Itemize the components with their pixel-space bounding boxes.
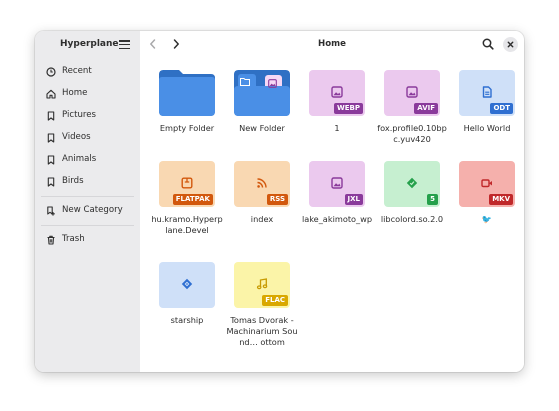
file-name: New Folder bbox=[239, 123, 285, 133]
file-item-empty-folder[interactable]: Empty Folder bbox=[151, 70, 221, 160]
app-title: Hyperplane bbox=[60, 39, 119, 49]
file-name: 1 bbox=[334, 123, 340, 133]
image-icon bbox=[331, 177, 343, 189]
sidebar-item-home[interactable]: Home bbox=[41, 85, 134, 103]
file-type-badge: FLATPAK bbox=[172, 194, 213, 205]
file-item-bird-video[interactable]: MKV 🐦 bbox=[451, 161, 521, 251]
file-tile: AVIF bbox=[384, 70, 440, 116]
close-icon bbox=[507, 41, 514, 48]
sidebar-item-label: Recent bbox=[62, 66, 92, 76]
document-icon bbox=[482, 86, 492, 98]
file-type-badge: AVIF bbox=[414, 103, 438, 114]
file-tile: ODT bbox=[459, 70, 515, 116]
file-name: fox.profile0.10bpc.yuv420 bbox=[377, 123, 447, 144]
sidebar-item-videos[interactable]: Videos bbox=[41, 129, 134, 147]
new-category-button[interactable]: New Category bbox=[41, 202, 134, 220]
search-button[interactable] bbox=[481, 37, 495, 51]
file-type-badge: MKV bbox=[489, 194, 513, 205]
file-tile: RSS bbox=[234, 161, 290, 207]
sidebar-item-animals[interactable]: Animals bbox=[41, 151, 134, 169]
sidebar-item-pictures[interactable]: Pictures bbox=[41, 107, 134, 125]
file-type-badge: JXL bbox=[344, 194, 363, 205]
main-menu-button[interactable] bbox=[119, 40, 130, 50]
bookmark-icon bbox=[47, 111, 55, 121]
diamond-icon bbox=[181, 278, 193, 290]
folder-icon bbox=[159, 70, 215, 116]
music-icon bbox=[256, 278, 268, 290]
sidebar-item-label: Pictures bbox=[62, 110, 97, 120]
file-item-fox-profile[interactable]: AVIF fox.profile0.10bpc.yuv420 bbox=[376, 70, 447, 160]
file-item-1[interactable]: WEBP 1 bbox=[301, 70, 371, 160]
sidebar-item-label: Birds bbox=[62, 176, 84, 186]
file-item-lake-akimoto[interactable]: JXL lake_akimoto_wp bbox=[301, 161, 373, 251]
file-tile: 5 bbox=[384, 161, 440, 207]
file-name: Empty Folder bbox=[159, 123, 215, 133]
bookmark-icon bbox=[47, 155, 55, 165]
file-tile bbox=[159, 262, 215, 308]
main-pane: Home Empty Folder New Folder WEBP 1 AVIF… bbox=[140, 31, 524, 372]
file-item-new-folder[interactable]: New Folder bbox=[226, 70, 296, 160]
image-thumb-icon bbox=[268, 79, 277, 88]
file-item-index[interactable]: RSS index bbox=[226, 161, 296, 251]
trash-icon bbox=[47, 235, 55, 245]
sidebar-item-label: Animals bbox=[62, 154, 97, 164]
sidebar-item-label: New Category bbox=[62, 205, 123, 215]
library-icon bbox=[406, 177, 418, 189]
file-type-badge: FLAC bbox=[262, 295, 288, 306]
file-name: libcolord.so.2.0 bbox=[380, 214, 444, 224]
sidebar-item-recent[interactable]: Recent bbox=[41, 63, 134, 81]
app-window: Hyperplane Recent Home Pictures Videos A… bbox=[35, 31, 524, 372]
sidebar-item-label: Videos bbox=[62, 132, 91, 142]
package-icon bbox=[181, 177, 193, 189]
file-name: 🐦 bbox=[481, 214, 493, 224]
bookmark-icon bbox=[47, 177, 55, 187]
tag-add-icon bbox=[47, 206, 55, 216]
file-tile: FLATPAK bbox=[159, 161, 215, 207]
file-item-hello-world[interactable]: ODT Hello World bbox=[451, 70, 521, 160]
sidebar-item-label: Trash bbox=[62, 234, 85, 244]
bookmark-icon bbox=[47, 133, 55, 143]
sidebar-item-label: Home bbox=[62, 88, 88, 98]
sidebar: Hyperplane Recent Home Pictures Videos A… bbox=[35, 31, 140, 372]
file-tile: FLAC bbox=[234, 262, 290, 308]
file-type-badge: WEBP bbox=[334, 103, 363, 114]
sidebar-divider bbox=[41, 225, 134, 226]
file-type-badge: 5 bbox=[427, 194, 438, 205]
file-name: hu.kramo.Hyperplane.Devel bbox=[151, 214, 223, 235]
hamburger-icon-line bbox=[119, 47, 130, 50]
hamburger-icon bbox=[119, 40, 130, 42]
file-name: starship bbox=[170, 315, 204, 325]
file-name: Tomas Dvorak - Machinarium Sound… ottom bbox=[226, 315, 298, 347]
image-icon bbox=[331, 86, 343, 98]
folder-thumb-icon bbox=[240, 78, 250, 86]
file-item-starship[interactable]: starship bbox=[151, 262, 221, 352]
file-type-badge: ODT bbox=[490, 103, 513, 114]
file-name: Hello World bbox=[463, 123, 511, 133]
file-item-libcolord[interactable]: 5 libcolord.so.2.0 bbox=[376, 161, 446, 251]
file-tile: JXL bbox=[309, 161, 365, 207]
file-tile: MKV bbox=[459, 161, 515, 207]
file-type-badge: RSS bbox=[266, 194, 288, 205]
file-name: index bbox=[250, 214, 274, 224]
file-name: lake_akimoto_wp bbox=[301, 214, 373, 224]
sidebar-header: Hyperplane bbox=[35, 31, 140, 59]
location-title: Home bbox=[318, 39, 346, 49]
hamburger-icon-line bbox=[119, 43, 130, 46]
sidebar-divider bbox=[41, 196, 134, 197]
image-icon bbox=[406, 86, 418, 98]
sidebar-item-trash[interactable]: Trash bbox=[41, 231, 134, 249]
sidebar-item-birds[interactable]: Birds bbox=[41, 173, 134, 191]
clock-icon bbox=[46, 67, 56, 77]
file-item-tomas-dvorak[interactable]: FLAC Tomas Dvorak - Machinarium Sound… o… bbox=[226, 262, 298, 352]
home-icon bbox=[46, 89, 56, 99]
video-icon bbox=[481, 179, 492, 188]
file-item-flatpak[interactable]: FLATPAK hu.kramo.Hyperplane.Devel bbox=[151, 161, 223, 251]
rss-icon bbox=[257, 178, 267, 188]
file-tile: WEBP bbox=[309, 70, 365, 116]
close-button[interactable] bbox=[503, 37, 518, 52]
